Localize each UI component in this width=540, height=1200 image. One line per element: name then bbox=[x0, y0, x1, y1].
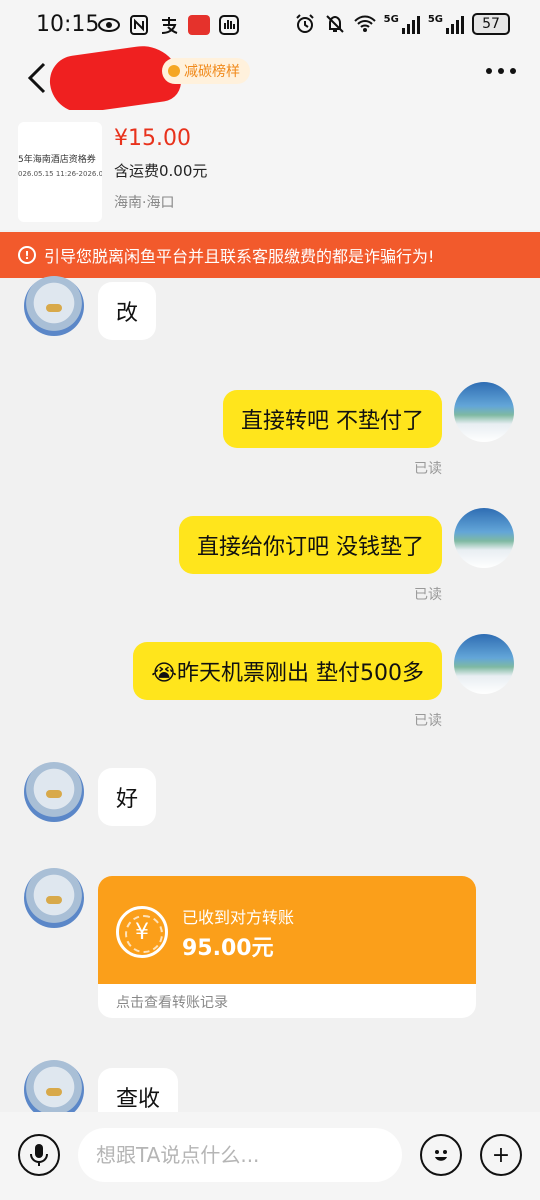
message-bubble[interactable]: 改 bbox=[98, 282, 157, 340]
app-notification-icon bbox=[188, 15, 210, 35]
alarm-icon bbox=[294, 13, 316, 35]
avatar[interactable] bbox=[24, 868, 84, 928]
avatar[interactable] bbox=[454, 634, 514, 694]
avatar[interactable] bbox=[24, 276, 84, 336]
carbon-badge[interactable]: 减碳榜样 bbox=[162, 58, 250, 84]
message-bubble[interactable]: 😭昨天机票刚出 垫付500多 bbox=[133, 642, 442, 700]
mute-bell-icon bbox=[324, 13, 346, 35]
message-bubble[interactable]: 好 bbox=[98, 768, 157, 826]
wifi-icon bbox=[353, 13, 376, 35]
product-location: 海南·海口 bbox=[114, 195, 175, 211]
transfer-coin-icon: ¥ bbox=[116, 906, 168, 958]
avatar[interactable] bbox=[24, 762, 84, 822]
product-thumbnail[interactable]: 5年海南酒店资格券 026.05.15 11:26-2026.0 bbox=[18, 122, 102, 222]
status-right-icons: 5G 5G 57 bbox=[294, 13, 510, 35]
eye-icon bbox=[98, 14, 120, 36]
transfer-record-link[interactable]: 点击查看转账记录 bbox=[116, 992, 228, 1012]
avatar[interactable] bbox=[24, 1060, 84, 1120]
transfer-title: 已收到对方转账 bbox=[182, 908, 295, 927]
more-dots-icon[interactable] bbox=[486, 68, 516, 74]
chat-header: 汝 减碳榜样 bbox=[0, 41, 540, 117]
status-time: 10:15 bbox=[36, 12, 100, 37]
transfer-card-top: ¥ 已收到对方转账 95.00元 bbox=[98, 876, 476, 984]
hand-icon bbox=[218, 14, 240, 36]
plus-icon[interactable]: + bbox=[480, 1134, 522, 1176]
status-bar: 10:15 5G 5G 57 bbox=[0, 0, 540, 50]
message-input[interactable] bbox=[78, 1128, 402, 1182]
read-receipt: 已读 bbox=[414, 461, 442, 477]
signal-icon: 5G bbox=[384, 14, 420, 34]
transfer-card[interactable]: ¥ 已收到对方转账 95.00元 点击查看转账记录 bbox=[98, 876, 476, 1018]
warning-icon: ! bbox=[18, 246, 36, 264]
alipay-icon bbox=[158, 14, 180, 36]
message-bubble[interactable]: 直接给你订吧 没钱垫了 bbox=[179, 516, 442, 574]
read-receipt: 已读 bbox=[414, 713, 442, 729]
shipping-fee: 含运费0.00元 bbox=[114, 162, 208, 180]
product-card[interactable]: 5年海南酒店资格券 026.05.15 11:26-2026.0 ¥15.00 … bbox=[0, 110, 540, 230]
status-left-icons bbox=[98, 14, 240, 36]
avatar[interactable] bbox=[454, 382, 514, 442]
signal-icon-2: 5G bbox=[428, 14, 464, 34]
nfc-icon bbox=[128, 14, 150, 36]
input-bar: + bbox=[0, 1112, 540, 1200]
read-receipt: 已读 bbox=[414, 587, 442, 603]
battery-icon: 57 bbox=[472, 13, 510, 35]
product-price: ¥15.00 bbox=[114, 126, 191, 151]
transfer-amount: 95.00元 bbox=[182, 936, 274, 961]
microphone-icon[interactable] bbox=[18, 1134, 60, 1176]
emoji-icon[interactable] bbox=[420, 1134, 462, 1176]
avatar[interactable] bbox=[454, 508, 514, 568]
message-bubble[interactable]: 直接转吧 不垫付了 bbox=[223, 390, 442, 448]
warning-text: 引导您脱离闲鱼平台并且联系客服缴费的都是诈骗行为! bbox=[44, 247, 435, 266]
leaf-icon bbox=[168, 65, 180, 77]
fraud-warning-bar: ! 引导您脱离闲鱼平台并且联系客服缴费的都是诈骗行为! bbox=[0, 232, 540, 278]
redaction-scribble bbox=[46, 41, 184, 117]
